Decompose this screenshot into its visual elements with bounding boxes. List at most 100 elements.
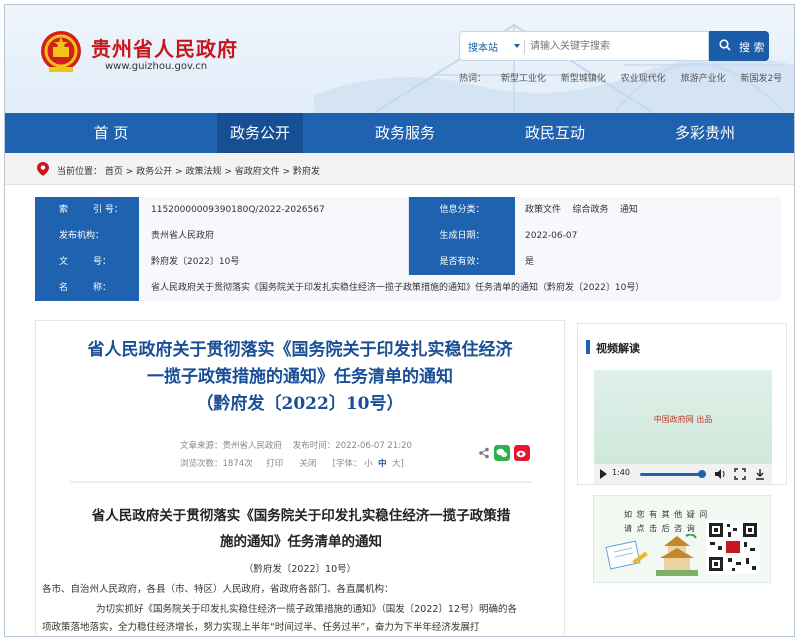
hot-word[interactable]: 新型工业化 xyxy=(501,74,546,84)
article-title-line: （黔府发〔2022〕10号） xyxy=(196,394,404,414)
page-frame: 贵州省人民政府 www.guizhou.gov.cn 搜本站 搜 索 热词： 新… xyxy=(4,4,795,637)
article-title: 省人民政府关于贯彻落实《国务院关于印发扎实稳住经济 一揽子政策措施的通知》任务清… xyxy=(36,337,564,418)
download-icon[interactable] xyxy=(754,468,766,480)
info-key: 文 号： xyxy=(35,249,139,275)
hot-words: 热词： 新型工业化 新型城镇化 农业现代化 旅游产业化 新国发2号 xyxy=(459,71,794,84)
article-divider xyxy=(70,481,532,483)
search-scope-select[interactable]: 搜本站 xyxy=(468,39,498,54)
volume-icon[interactable] xyxy=(714,468,726,480)
breadcrumb-item[interactable]: 政策法规 xyxy=(185,167,221,177)
pavilion-illustration-icon xyxy=(656,534,698,576)
article-title-line: 一揽子政策措施的通知》任务清单的通知 xyxy=(147,367,453,387)
close-link[interactable]: 关闭 xyxy=(299,459,316,469)
doc-number-value: 黔府发〔2022〕10号 xyxy=(139,249,409,275)
info-row: 名 称： 省人民政府关于贯彻落实《国务院关于印发扎实稳住经济一揽子政策措施的通知… xyxy=(35,275,781,301)
site-title[interactable]: 贵州省人民政府 xyxy=(91,33,238,62)
nav-item-colorful-guizhou[interactable]: 多彩贵州 xyxy=(645,113,765,153)
breadcrumb-item[interactable]: 首页 xyxy=(105,167,123,177)
document-name-value: 省人民政府关于贯彻落实《国务院关于印发扎实稳住经济一揽子政策措施的通知》任务清单… xyxy=(139,275,781,301)
progress-track[interactable] xyxy=(640,473,702,476)
article-meta: 浏览次数：1874次 打印 关闭 [字体： 小 中 大] xyxy=(180,457,404,469)
info-key: 是否有效： xyxy=(409,249,515,275)
issuer-value: 贵州省人民政府 xyxy=(139,223,409,249)
info-key-label: 索 xyxy=(59,205,69,215)
video-thumbnail[interactable]: 中国政府网 出品 xyxy=(594,370,772,466)
body-title-line: 省人民政府关于贯彻落实《国务院关于印发扎实稳住经济一揽子政策措 xyxy=(91,508,511,524)
index-number-value: 11520000009390180Q/2022-2026567 xyxy=(139,197,409,223)
nav-item-gov-services[interactable]: 政务服务 xyxy=(345,113,465,153)
search-box: 搜本站 xyxy=(459,31,709,61)
body-paragraph: 为切实抓好《国务院关于印发扎实稳住经济一揽子政策措施的通知》（国发〔2022〕1… xyxy=(96,604,518,615)
info-row: 发布机构： 贵州省人民政府 生成日期： 2022-06-07 xyxy=(35,223,781,249)
font-small-button[interactable]: 小 xyxy=(364,459,373,469)
body-doc-number: （黔府发〔2022〕10号） xyxy=(243,564,357,575)
site-url: www.guizhou.gov.cn xyxy=(105,61,208,72)
info-key: 索 引 号： xyxy=(35,197,139,223)
video-panel-title: 视频解读 xyxy=(596,342,640,355)
consult-qr-panel[interactable]: 如 您 有 其 他 疑 问 请 点 击 后 咨 询 xyxy=(593,495,771,583)
breadcrumb-item[interactable]: 黔府发 xyxy=(293,167,320,177)
info-row: 索 引 号： 11520000009390180Q/2022-2026567 信… xyxy=(35,197,781,223)
nav-item-home[interactable]: 首 页 xyxy=(41,113,181,153)
nav-item-interaction[interactable]: 政民互动 xyxy=(495,113,615,153)
search-icon xyxy=(719,39,731,51)
search-divider xyxy=(524,40,525,54)
hot-word[interactable]: 新型城镇化 xyxy=(561,74,606,84)
date-value: 2022-06-07 xyxy=(515,223,781,249)
breadcrumb-separator: > xyxy=(221,167,235,177)
chevron-down-icon xyxy=(514,44,520,48)
breadcrumb-separator: > xyxy=(122,167,137,177)
search-button-label: 搜 索 xyxy=(739,41,765,54)
font-size-label: [字体： xyxy=(332,459,362,469)
print-link[interactable]: 打印 xyxy=(266,459,283,469)
video-credit: 中国政府网 出品 xyxy=(653,415,713,424)
qr-code[interactable] xyxy=(706,520,760,574)
progress-knob[interactable] xyxy=(698,470,706,478)
weibo-icon[interactable] xyxy=(514,445,530,461)
hot-word[interactable]: 农业现代化 xyxy=(621,74,666,84)
article-source: 文章来源：贵州省人民政府 发布时间：2022-06-07 21:20 xyxy=(180,441,412,451)
breadcrumb-separator: > xyxy=(172,167,186,177)
info-key-label: 发布机构： xyxy=(59,231,105,241)
breadcrumb-text: 当前位置： 首页 > 政务公开 > 政策法规 > 省政府文件 > 黔府发 xyxy=(57,164,320,177)
info-key-label: 称： xyxy=(93,283,112,293)
play-icon[interactable] xyxy=(600,469,607,479)
search-button[interactable]: 搜 索 xyxy=(709,31,769,61)
info-key-label: 号： xyxy=(93,257,112,267)
video-player-controls: 1:40 xyxy=(594,464,772,484)
body-paragraph: 项政策落地落实，全力稳住经济增长，努力实现上半年“时间过半、任务过半”，奋力为下… xyxy=(42,622,480,633)
share-icon[interactable] xyxy=(478,447,490,459)
breadcrumb: 当前位置： 首页 > 政务公开 > 政策法规 > 省政府文件 > 黔府发 xyxy=(5,153,794,185)
document-info-table: 索 引 号： 11520000009390180Q/2022-2026567 信… xyxy=(35,197,781,301)
breadcrumb-item[interactable]: 省政府文件 xyxy=(235,167,280,177)
search-input[interactable] xyxy=(530,37,700,55)
consult-text: 如 您 有 其 他 疑 问 请 点 击 后 咨 询 xyxy=(624,508,708,536)
body-paragraph: 各市、自治州人民政府，各县（市、特区）人民政府，省政府各部门、各直属机构： xyxy=(42,584,394,595)
info-key-label: 名 xyxy=(59,283,69,293)
hot-word[interactable]: 新国发2号 xyxy=(740,74,782,84)
font-large-button[interactable]: 大 xyxy=(392,459,401,469)
article-panel: 省人民政府关于贯彻落实《国务院关于印发扎实稳住经济 一揽子政策措施的通知》任务清… xyxy=(35,320,565,636)
article-title-line: 省人民政府关于贯彻落实《国务院关于印发扎实稳住经济 xyxy=(87,340,513,360)
validity-value: 是 xyxy=(515,249,781,275)
category-value: 政策文件 综合政务 通知 xyxy=(515,197,781,223)
hot-label: 热词： xyxy=(459,74,487,84)
main-nav: 首 页 政务公开 政务服务 政民互动 多彩贵州 xyxy=(5,113,794,153)
info-key-label: 文 xyxy=(59,257,69,267)
breadcrumb-label: 当前位置： xyxy=(57,167,103,177)
font-medium-button[interactable]: 中 xyxy=(378,459,387,469)
info-key: 信息分类： xyxy=(409,197,515,223)
breadcrumb-separator: > xyxy=(279,167,294,177)
body-title-line: 施的通知》任务清单的通知 xyxy=(220,534,382,550)
breadcrumb-item[interactable]: 政务公开 xyxy=(136,167,172,177)
location-pin-icon xyxy=(37,162,49,176)
site-header: 贵州省人民政府 www.guizhou.gov.cn 搜本站 搜 索 热词： 新… xyxy=(5,5,794,113)
view-count: 浏览次数：1874次 xyxy=(180,459,253,469)
nav-item-gov-affairs[interactable]: 政务公开 xyxy=(217,113,303,153)
video-time: 1:40 xyxy=(612,468,630,477)
document-illustration-icon xyxy=(605,540,648,570)
fullscreen-icon[interactable] xyxy=(734,468,746,480)
wechat-icon[interactable] xyxy=(494,445,510,461)
info-row: 文 号： 黔府发〔2022〕10号 是否有效： 是 xyxy=(35,249,781,275)
hot-word[interactable]: 旅游产业化 xyxy=(681,74,726,84)
